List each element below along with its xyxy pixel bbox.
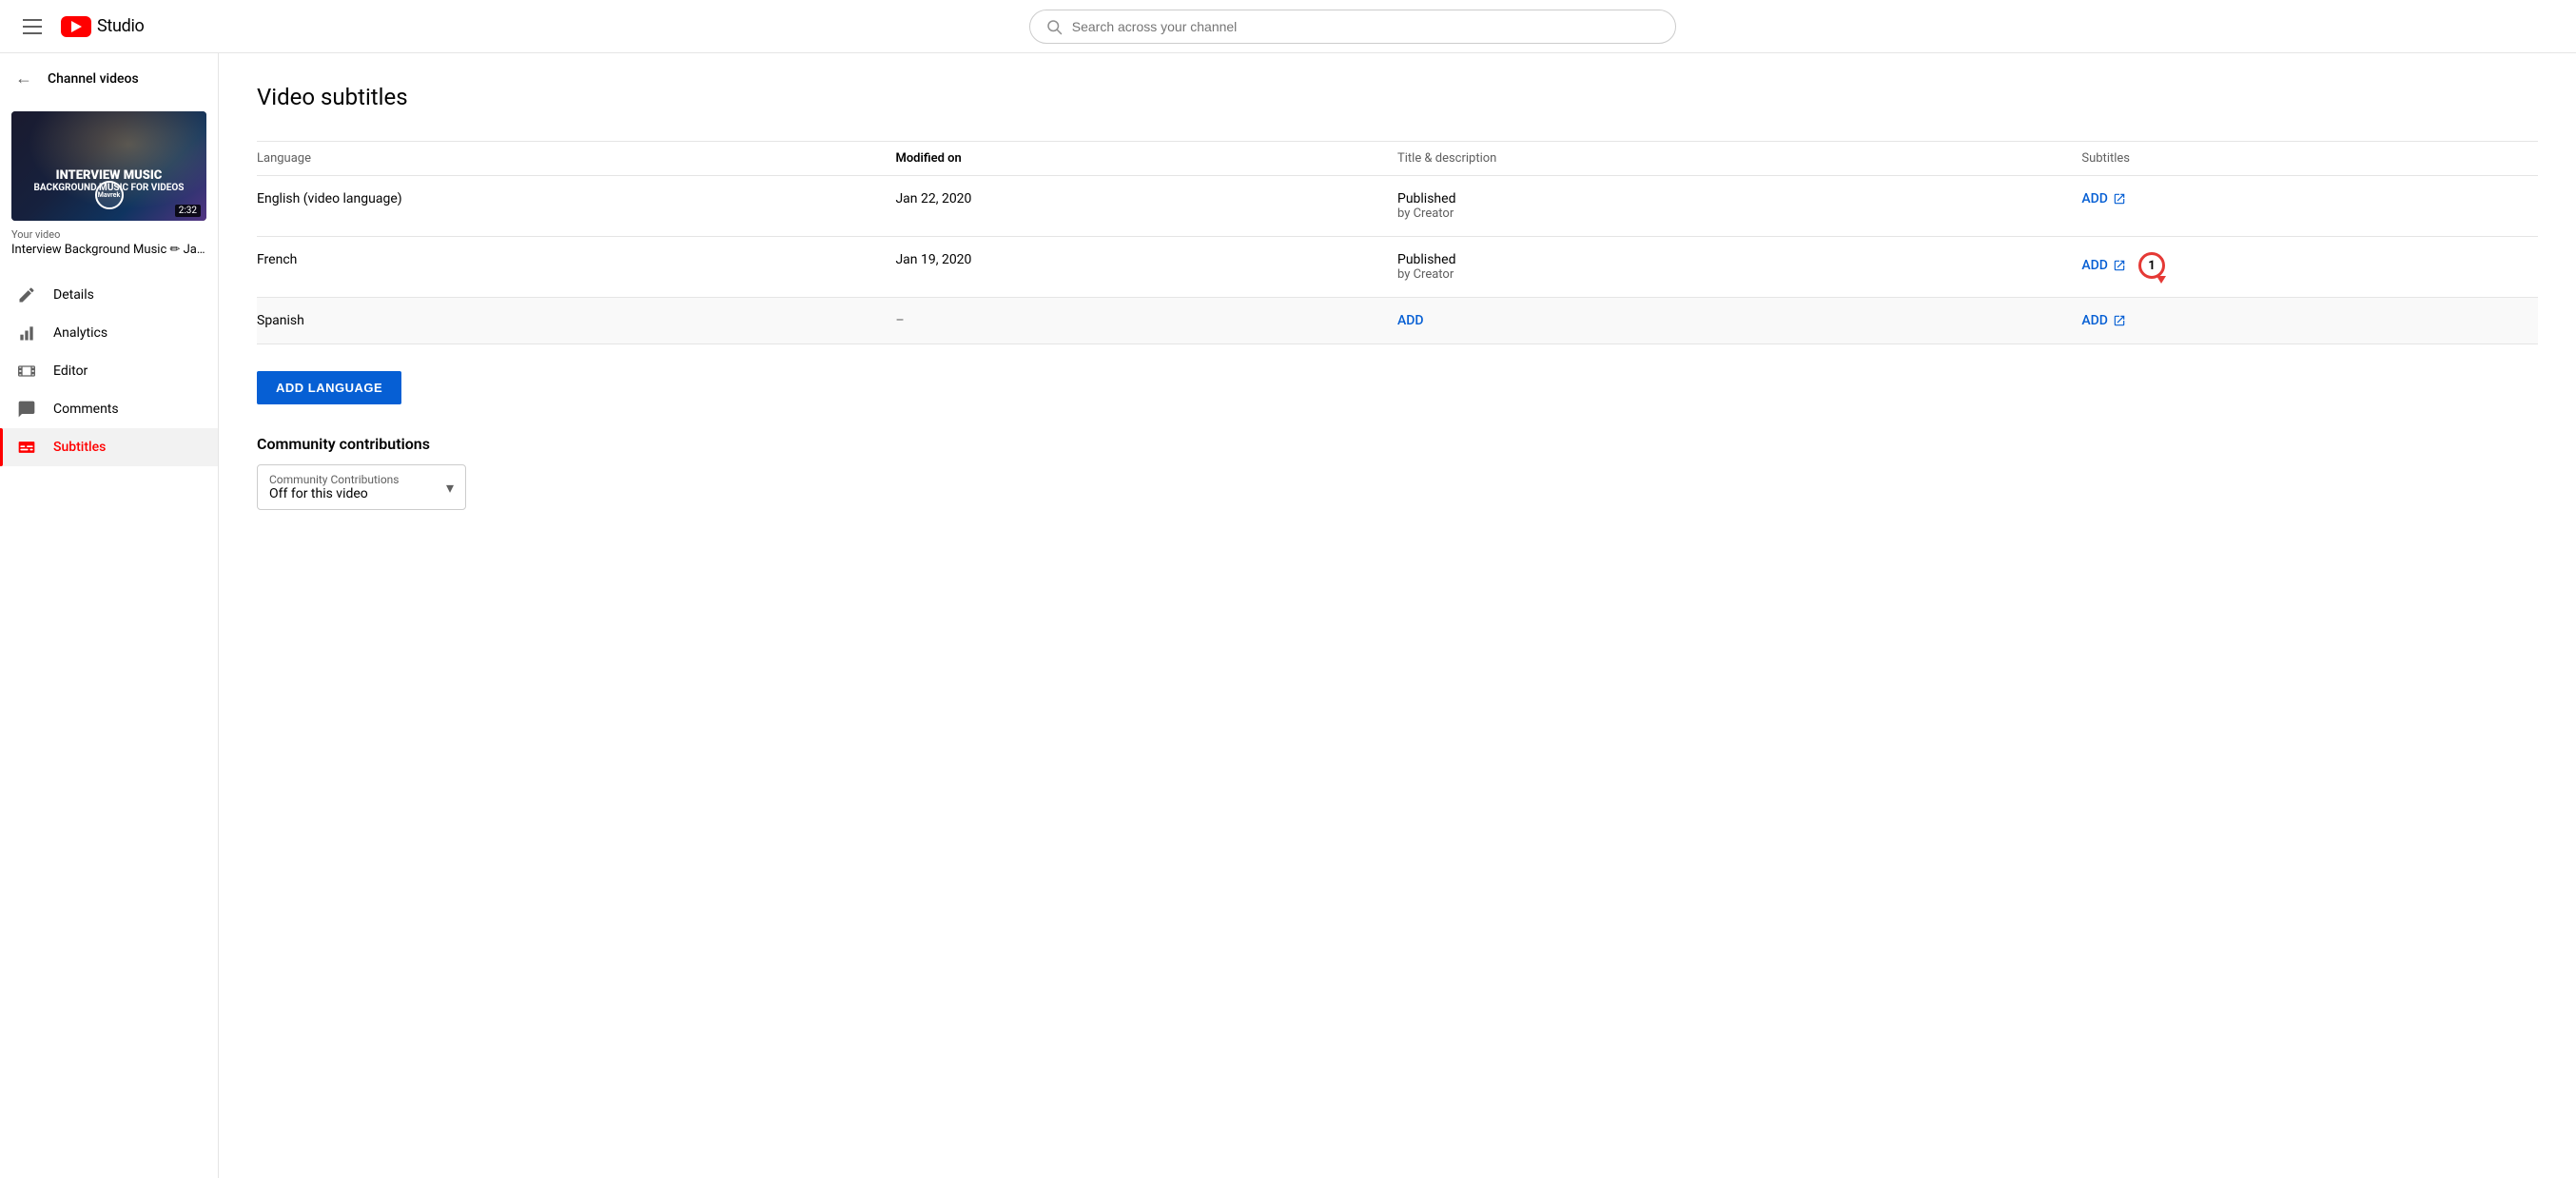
add-subtitles-link-french[interactable]: ADD <box>2081 258 2108 273</box>
editor-label: Editor <box>53 363 88 379</box>
topbar: Studio <box>0 0 2576 53</box>
community-contributions-title: Community contributions <box>257 435 2538 453</box>
sidebar-item-analytics[interactable]: Analytics <box>0 314 218 352</box>
analytics-label: Analytics <box>53 325 107 341</box>
comment-icon <box>15 400 38 419</box>
page-title: Video subtitles <box>257 84 2538 110</box>
search-bar[interactable] <box>1029 10 1676 44</box>
search-input[interactable] <box>1072 19 1660 34</box>
studio-label: Studio <box>97 16 145 36</box>
layout: ← Channel videos INTERVIEW MUSIC BACKGRO… <box>0 53 2576 1178</box>
add-language-button[interactable]: ADD LANGUAGE <box>257 371 401 404</box>
external-link-icon <box>2112 258 2127 273</box>
sidebar-item-editor[interactable]: Editor <box>0 352 218 390</box>
col-header-modified: Modified on <box>895 142 1397 176</box>
external-link-icon <box>2112 191 2127 206</box>
video-card: INTERVIEW MUSIC BACKGROUND MUSIC FOR VID… <box>0 104 218 268</box>
language-cell: French <box>257 237 895 298</box>
language-cell: English (video language) <box>257 176 895 237</box>
status-cell: Published by Creator <box>1397 237 2081 298</box>
details-label: Details <box>53 287 94 303</box>
sidebar: ← Channel videos INTERVIEW MUSIC BACKGRO… <box>0 53 219 1178</box>
table-row: English (video language) Jan 22, 2020 Pu… <box>257 176 2538 237</box>
cursor-annotation: 1 <box>2138 252 2165 279</box>
video-thumbnail: INTERVIEW MUSIC BACKGROUND MUSIC FOR VID… <box>11 111 206 221</box>
table-header: Language Modified on Title & description… <box>257 142 2538 176</box>
table-body: English (video language) Jan 22, 2020 Pu… <box>257 176 2538 344</box>
community-contributions-dropdown[interactable]: Community Contributions Off for this vid… <box>257 464 466 510</box>
thumb-duration: 2:32 <box>175 205 201 217</box>
back-arrow-icon: ← <box>15 69 32 88</box>
modified-cell: – <box>895 298 1397 344</box>
comments-label: Comments <box>53 402 119 417</box>
dropdown-label: Community Contributions <box>269 473 408 486</box>
main-content: Video subtitles Language Modified on Tit… <box>219 53 2576 1178</box>
col-header-subtitles: Subtitles <box>2081 142 2538 176</box>
status-cell: Published by Creator <box>1397 176 2081 237</box>
dropdown-inner: Community Contributions Off for this vid… <box>269 473 408 501</box>
subtitles-label: Subtitles <box>53 440 106 455</box>
film-icon <box>15 362 38 381</box>
video-title: Interview Background Music ✏ Jak... <box>11 243 206 257</box>
add-subtitles-link-spanish[interactable]: ADD <box>2081 313 2108 328</box>
subtitles-cell: ADD <box>2081 298 2538 344</box>
chevron-down-icon: ▾ <box>446 479 454 497</box>
subtitles-icon <box>15 438 38 457</box>
sidebar-item-details[interactable]: Details <box>0 276 218 314</box>
sidebar-item-subtitles[interactable]: Subtitles <box>0 428 218 466</box>
language-cell: Spanish <box>257 298 895 344</box>
youtube-icon <box>61 16 91 37</box>
search-icon <box>1045 18 1063 35</box>
subtitles-cell: ADD <box>2081 176 2538 237</box>
add-subtitles-link-english[interactable]: ADD <box>2081 191 2108 206</box>
your-video-label: Your video <box>11 228 206 241</box>
pencil-icon <box>15 285 38 304</box>
external-link-icon <box>2112 313 2127 328</box>
table-row: Spanish – ADD ADD <box>257 298 2538 344</box>
modified-cell: Jan 22, 2020 <box>895 176 1397 237</box>
add-title-link-spanish[interactable]: ADD <box>1397 313 1424 328</box>
col-header-title: Title & description <box>1397 142 2081 176</box>
sidebar-item-comments[interactable]: Comments <box>0 390 218 428</box>
hamburger-menu[interactable] <box>15 11 49 42</box>
community-contributions-section: Community contributions Community Contri… <box>257 435 2538 510</box>
logo: Studio <box>61 16 145 37</box>
subtitles-table: Language Modified on Title & description… <box>257 141 2538 344</box>
back-to-channel[interactable]: ← Channel videos <box>0 61 218 104</box>
dropdown-value: Off for this video <box>269 486 408 501</box>
sidebar-nav: Details Analytics <box>0 276 218 466</box>
chart-icon <box>15 324 38 343</box>
thumb-logo: Mavrek <box>95 181 124 209</box>
modified-cell: Jan 19, 2020 <box>895 237 1397 298</box>
title-add-cell: ADD <box>1397 298 2081 344</box>
col-header-language: Language <box>257 142 895 176</box>
back-label: Channel videos <box>48 71 139 87</box>
subtitles-cell: ADD 1 <box>2081 237 2538 298</box>
table-row: French Jan 19, 2020 Published by Creator… <box>257 237 2538 298</box>
